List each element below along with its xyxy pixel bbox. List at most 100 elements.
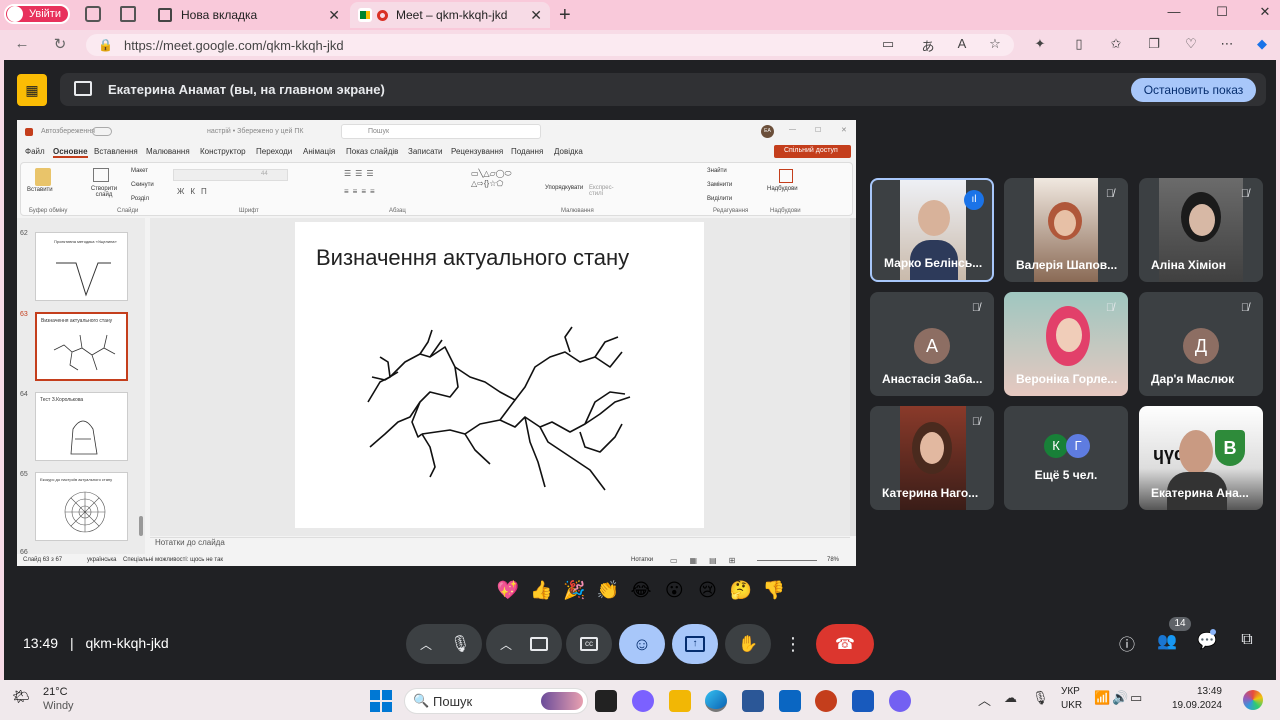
weather-temp[interactable]: 21°C	[43, 686, 68, 698]
tab-new-tab[interactable]: Нова вкладка ✕	[150, 2, 348, 28]
taskbar-search[interactable]: 🔍 Пошук	[404, 688, 588, 714]
extensions-icon[interactable]: ✦	[1032, 36, 1048, 52]
find-button[interactable]: Знайти	[707, 168, 727, 174]
emoji-reactions-button[interactable]: ☺	[619, 624, 665, 664]
read-aloud-icon[interactable]: A	[954, 36, 970, 52]
mic-control[interactable]: ︿ 🎙	[406, 624, 482, 664]
minimize-icon[interactable]: —	[789, 126, 796, 133]
maximize-icon[interactable]: ☐	[1210, 4, 1234, 24]
leave-call-button[interactable]: ☎	[816, 624, 874, 664]
collections-icon[interactable]: ❐	[1146, 36, 1162, 52]
viber-icon[interactable]	[889, 690, 911, 712]
maximize-icon[interactable]: ☐	[815, 126, 821, 134]
meeting-code[interactable]: qkm-kkqh-jkd	[85, 635, 168, 651]
ribbon-tab-transitions[interactable]: Переходи	[256, 147, 292, 156]
participant-tile-7[interactable]: 🎙̸ Катерина Наго...	[870, 406, 994, 510]
ribbon-tab-insert[interactable]: Вставлення	[94, 147, 138, 156]
meeting-details-icon[interactable]: ⓘ	[1115, 631, 1139, 655]
show-hidden-icons[interactable]: ︿	[978, 690, 991, 709]
thumb-scrollbar[interactable]	[139, 516, 143, 536]
microphone-icon[interactable]: 🎙	[450, 634, 470, 654]
weather-condition[interactable]: Windy	[43, 700, 74, 712]
thumbnail-slide-63[interactable]: Визначення актуального стану	[35, 312, 128, 381]
volume-icon[interactable]: 🔊	[1112, 690, 1128, 706]
reaction-clap[interactable]: 👏	[593, 580, 623, 608]
task-view-icon[interactable]	[595, 690, 617, 712]
minimize-icon[interactable]: —	[1162, 4, 1186, 24]
list-icons[interactable]: ☰☰☰	[344, 169, 378, 178]
align-icons[interactable]: ≡≡≡≡	[344, 187, 379, 196]
arrange-button[interactable]: Упорядкувати	[545, 185, 585, 191]
reaction-laugh[interactable]: 😂	[626, 580, 656, 608]
presentation-blocked-icon[interactable]: ▦	[17, 74, 47, 106]
powerpoint-taskbar-icon[interactable]	[815, 690, 837, 712]
clock-time[interactable]: 13:49	[1186, 686, 1222, 697]
keyboard-language[interactable]: УКР	[1061, 686, 1080, 697]
translate-icon[interactable]: あ	[920, 36, 936, 54]
stop-presenting-button[interactable]: Остановить показ	[1131, 78, 1256, 102]
more-options-button[interactable]: ⋮	[778, 624, 808, 664]
close-icon[interactable]: ✕	[530, 7, 542, 24]
participant-tile-4[interactable]: А 🎙̸ Анастасія Заба...	[870, 292, 994, 396]
paste-icon[interactable]	[35, 168, 51, 186]
workspaces-icon[interactable]	[85, 6, 101, 22]
ribbon-tab-home[interactable]: Основне	[53, 147, 88, 158]
start-button-icon[interactable]	[370, 690, 392, 712]
tab-meet[interactable]: Meet – qkm-kkqh-jkd ✕	[350, 2, 550, 28]
close-window-icon[interactable]: ✕	[1253, 4, 1277, 24]
copilot-icon[interactable]: ◆	[1254, 36, 1270, 52]
battery-icon[interactable]: ▭	[1130, 690, 1142, 706]
slide-title[interactable]: Визначення актуального стану	[316, 245, 629, 271]
replace-button[interactable]: Замінити	[707, 182, 732, 188]
shapes-gallery[interactable]: ▭╲△▱◯⬭ △⇨{}☆⬠	[471, 169, 541, 199]
slide-scrollbar[interactable]	[850, 218, 856, 536]
split-screen-icon[interactable]: ▯	[1071, 36, 1087, 52]
wifi-icon[interactable]: 📶	[1094, 690, 1110, 706]
quick-styles-button[interactable]: Експрес-стилі	[589, 185, 615, 197]
ribbon-tab-help[interactable]: Довідка	[554, 147, 583, 156]
participant-tile-6[interactable]: Д 🎙̸ Дар'я Маслюк	[1139, 292, 1263, 396]
keyboard-language-alt[interactable]: UKR	[1061, 700, 1082, 711]
autosave-toggle[interactable]	[92, 127, 112, 136]
notes-toggle[interactable]: Нотатки	[631, 557, 653, 563]
more-participants-tile[interactable]: К Г Ещё 5 чел.	[1004, 406, 1128, 510]
chevron-up-icon[interactable]: ︿	[500, 636, 512, 653]
edge-icon[interactable]	[705, 690, 727, 712]
raise-hand-button[interactable]: ✋	[725, 624, 771, 664]
store-icon[interactable]	[742, 690, 764, 712]
refresh-icon[interactable]: ↻	[50, 35, 70, 53]
microphone-tray-icon[interactable]: 🎙	[1032, 690, 1049, 706]
word-taskbar-icon[interactable]	[852, 690, 874, 712]
close-icon[interactable]: ✕	[328, 7, 340, 24]
notes-pane[interactable]: Нотатки до слайда	[150, 537, 850, 552]
language-status[interactable]: українська	[87, 557, 117, 563]
ribbon-tab-animations[interactable]: Анімація	[303, 147, 335, 156]
ribbon-tab-slideshow[interactable]: Показ слайдів	[346, 147, 398, 156]
teams-chat-icon[interactable]	[632, 690, 654, 712]
camera-icon[interactable]	[530, 637, 549, 651]
reaction-party[interactable]: 🎉	[560, 580, 590, 608]
zoom-slider[interactable]	[757, 560, 817, 561]
participant-tile-self[interactable]: ɥүɑ B Екатерина Ана...	[1139, 406, 1263, 510]
back-icon[interactable]: ←	[12, 35, 32, 52]
captions-button[interactable]: cc	[566, 624, 612, 664]
people-icon[interactable]: 👥	[1155, 631, 1179, 655]
reaction-surprised[interactable]: 😮	[659, 580, 689, 608]
thumbnail-slide-65[interactable]: Екскурс до настроїв актуального стану	[35, 472, 128, 541]
ppt-search-box[interactable]: Пошук	[341, 124, 541, 139]
ribbon-tab-file[interactable]: Файл	[25, 147, 45, 156]
network-tray-icon[interactable]: ☁	[1004, 690, 1017, 706]
camera-control[interactable]: ︿	[486, 624, 562, 664]
copilot-taskbar-icon[interactable]	[1243, 690, 1263, 710]
camera-blocked-icon[interactable]: ▭	[880, 36, 896, 52]
clock-date[interactable]: 19.09.2024	[1160, 700, 1222, 711]
profile-button[interactable]: Увійти	[4, 4, 70, 24]
participant-tile-3[interactable]: 🎙̸ Аліна Хіміон	[1139, 178, 1263, 282]
chat-icon[interactable]: 💬	[1195, 631, 1219, 655]
new-slide-icon[interactable]	[93, 168, 109, 182]
font-format-icons[interactable]: ЖКП	[177, 187, 213, 196]
url-bar[interactable]: 🔒 https://meet.google.com/qkm-kkqh-jkd	[86, 34, 1014, 56]
ribbon-tab-review[interactable]: Рецензування	[451, 147, 503, 156]
reaction-thinking[interactable]: 🤔	[726, 580, 756, 608]
ribbon-tab-design[interactable]: Конструктор	[200, 147, 246, 156]
